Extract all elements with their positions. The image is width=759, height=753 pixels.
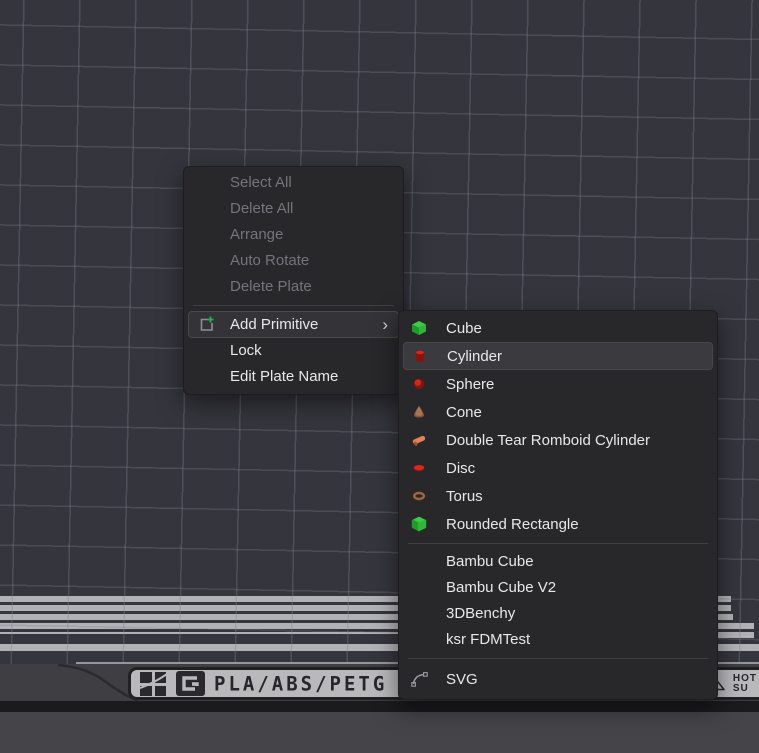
menu-item-select-all: Select All: [184, 170, 403, 196]
plate-stripes-left: [0, 596, 400, 634]
menu-item-lock[interactable]: Lock: [184, 338, 403, 364]
menu-item-edit-plate-name[interactable]: Edit Plate Name: [184, 364, 403, 390]
plate-g-logo-icon: [176, 671, 205, 696]
menu-item-delete-plate: Delete Plate: [184, 274, 403, 300]
submenu-item-3dbenchy[interactable]: 3DBenchy: [399, 601, 717, 627]
submenu-arrow-icon: ›: [382, 312, 388, 337]
submenu-item-label: Rounded Rectangle: [446, 516, 579, 533]
submenu-item-label: Cylinder: [447, 348, 502, 365]
submenu-item-sphere[interactable]: Sphere: [399, 370, 717, 398]
submenu-item-label: Double Tear Romboid Cylinder: [446, 432, 650, 449]
add-primitive-icon: [197, 315, 215, 333]
rounded-rectangle-icon: [411, 516, 427, 532]
plate-brand-logo-icon: [140, 672, 167, 696]
plate-stripe: [718, 644, 759, 651]
submenu-item-cube[interactable]: Cube: [399, 314, 717, 342]
submenu-item-disc[interactable]: Disc: [399, 454, 717, 482]
plate-stripe: [0, 644, 400, 651]
plate-stripe: [718, 623, 754, 629]
warning-text-line2: SU: [733, 683, 749, 694]
plate-stripe: [718, 632, 754, 638]
menu-item-auto-rotate: Auto Rotate: [184, 248, 403, 274]
submenu-item-cylinder[interactable]: Cylinder: [403, 342, 713, 370]
submenu-item-cone[interactable]: Cone: [399, 398, 717, 426]
torus-icon: [411, 488, 427, 504]
add-primitive-submenu: Cube Cylinder Sphere: [398, 310, 718, 700]
submenu-item-label: Cube: [446, 320, 482, 337]
plate-stripe: [718, 614, 733, 620]
submenu-item-label: Sphere: [446, 376, 494, 393]
viewport-3d[interactable]: PLA/ABS/PETG HOT SU Select All Delete Al…: [0, 0, 759, 753]
menu-separator: [193, 305, 394, 306]
submenu-item-label: Cone: [446, 404, 482, 421]
submenu-item-label: Torus: [446, 488, 483, 505]
submenu-item-label: SVG: [446, 671, 478, 688]
submenu-item-label: Disc: [446, 460, 475, 477]
menu-item-label: Add Primitive: [230, 316, 318, 333]
cylinder-icon: [412, 348, 428, 364]
menu-item-arrange: Arrange: [184, 222, 403, 248]
submenu-separator: [408, 658, 708, 659]
submenu-item-bambu-cube-v2[interactable]: Bambu Cube V2: [399, 575, 717, 601]
context-menu: Select All Delete All Arrange Auto Rotat…: [183, 166, 404, 395]
cube-icon: [411, 320, 427, 336]
submenu-separator: [408, 543, 708, 544]
double-tear-romboid-cylinder-icon: [411, 432, 427, 448]
submenu-item-ksr-fdmtest[interactable]: ksr FDMTest: [399, 627, 717, 653]
submenu-item-torus[interactable]: Torus: [399, 482, 717, 510]
submenu-item-bambu-cube[interactable]: Bambu Cube: [399, 549, 717, 575]
plate-material-label: PLA/ABS/PETG: [214, 672, 387, 695]
submenu-item-double-tear-romboid-cylinder[interactable]: Double Tear Romboid Cylinder: [399, 426, 717, 454]
sphere-icon: [411, 376, 427, 392]
cone-icon: [411, 404, 427, 420]
submenu-item-rounded-rectangle[interactable]: Rounded Rectangle: [399, 510, 717, 538]
submenu-item-svg[interactable]: SVG: [399, 664, 717, 694]
menu-item-delete-all: Delete All: [184, 196, 403, 222]
svg-curve-icon: [411, 671, 427, 687]
menu-item-add-primitive[interactable]: Add Primitive ›: [188, 311, 399, 338]
plate-stripe: [718, 596, 731, 602]
plate-stripe: [718, 605, 731, 611]
disc-icon: [411, 460, 427, 476]
